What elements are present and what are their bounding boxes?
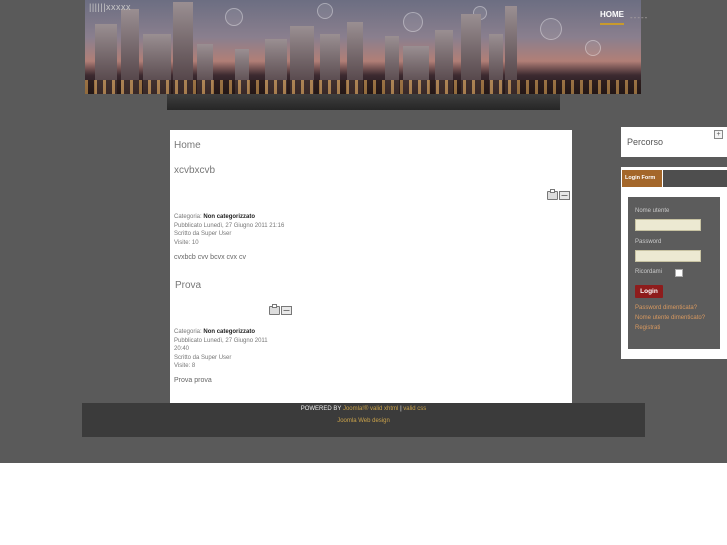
header-banner: ||||||xxxxx bbox=[85, 0, 641, 94]
forgot-username-link[interactable]: Nome utente dimenticato? bbox=[635, 315, 705, 321]
username-input[interactable] bbox=[635, 219, 701, 231]
email-icon[interactable] bbox=[559, 191, 570, 200]
valid-css-link[interactable]: valid css bbox=[403, 406, 426, 412]
article-published-time: 20:40 bbox=[174, 346, 190, 352]
article-author: Scritto da Super User bbox=[174, 231, 232, 237]
password-input[interactable] bbox=[635, 250, 701, 262]
username-label: Nome utente bbox=[635, 208, 670, 214]
nav-home-link[interactable]: HOME bbox=[600, 10, 624, 25]
bubble-decoration bbox=[403, 12, 423, 32]
breadcrumb-module: Percorso + bbox=[621, 127, 727, 157]
article-category: Categoria: Non categorizzato bbox=[174, 213, 284, 222]
bubble-decoration bbox=[225, 8, 243, 26]
article-published: Pubblicato Lunedì, 27 Giugno 2011 21:16 bbox=[174, 222, 285, 229]
article-hits: Visite: 8 bbox=[174, 363, 196, 369]
login-module: Login Form Nome utente Password Ricordam… bbox=[621, 167, 727, 359]
valid-xhtml-link[interactable]: valid xhtml bbox=[370, 406, 398, 412]
breadcrumb-title: Percorso bbox=[627, 137, 664, 147]
email-icon[interactable] bbox=[281, 306, 292, 315]
footer-separator: | bbox=[400, 406, 402, 412]
web-design-link[interactable]: Joomla Web design bbox=[82, 418, 645, 424]
category-label: Categoria: bbox=[174, 329, 202, 335]
site-logo[interactable]: ||||||xxxxx bbox=[89, 2, 131, 12]
category-value: Non categorizzato bbox=[203, 329, 256, 335]
login-button[interactable]: Login bbox=[635, 285, 663, 298]
category-label: Categoria: bbox=[174, 214, 202, 220]
register-link[interactable]: Registrati bbox=[635, 325, 660, 331]
page: ||||||xxxxx HOME ----- Home xcvbxcvb Cat… bbox=[0, 0, 727, 545]
bubble-decoration bbox=[317, 3, 333, 19]
article-body: cvxbcb cvv bcvx cvx cv bbox=[174, 254, 246, 261]
joomla-link[interactable]: Joomla!® bbox=[343, 406, 368, 412]
main-content: Home xcvbxcvb Categoria: Non categorizza… bbox=[170, 130, 572, 405]
article-title[interactable]: Prova bbox=[175, 280, 201, 291]
page-heading: Home bbox=[174, 140, 201, 151]
powered-by-text: POWERED BY bbox=[300, 406, 342, 412]
footer-powered-by: POWERED BY Joomla!® valid xhtml | valid … bbox=[82, 406, 645, 412]
remember-label: Ricordami bbox=[635, 269, 663, 275]
expand-toggle-button[interactable]: + bbox=[714, 130, 723, 139]
article-category: Categoria: Non categorizzato bbox=[174, 328, 268, 337]
article-hits: Visite: 10 bbox=[174, 239, 199, 246]
login-form-tab[interactable]: Login Form bbox=[622, 170, 662, 187]
print-icon[interactable] bbox=[547, 189, 558, 200]
article-body: Prova prova bbox=[174, 377, 212, 384]
category-value: Non categorizzato bbox=[203, 214, 256, 220]
forgot-password-link[interactable]: Password dimenticata? bbox=[635, 305, 697, 311]
print-icon[interactable] bbox=[269, 304, 280, 315]
remember-checkbox[interactable] bbox=[675, 269, 683, 277]
login-form: Nome utente Password Ricordami Login Pas… bbox=[628, 197, 720, 349]
footer: POWERED BY Joomla!® valid xhtml | valid … bbox=[82, 403, 645, 437]
article-info: Categoria: Non categorizzato Pubblicato … bbox=[174, 328, 268, 371]
bubble-decoration bbox=[540, 18, 562, 40]
article-title[interactable]: xcvbxcvb bbox=[174, 165, 215, 176]
main-menu: HOME ----- bbox=[600, 10, 648, 25]
city-lights bbox=[85, 80, 641, 94]
article-info: Categoria: Non categorizzato Pubblicato … bbox=[174, 213, 284, 247]
login-tab-bar bbox=[663, 170, 727, 187]
article-author: Scritto da Super User bbox=[174, 354, 232, 361]
password-label: Password bbox=[635, 239, 662, 245]
nav-other-link[interactable]: ----- bbox=[630, 13, 648, 22]
bubble-decoration bbox=[585, 40, 601, 56]
article-published: Pubblicato Lunedì, 27 Giugno 2011 bbox=[174, 337, 268, 344]
header-subbar bbox=[167, 94, 560, 110]
